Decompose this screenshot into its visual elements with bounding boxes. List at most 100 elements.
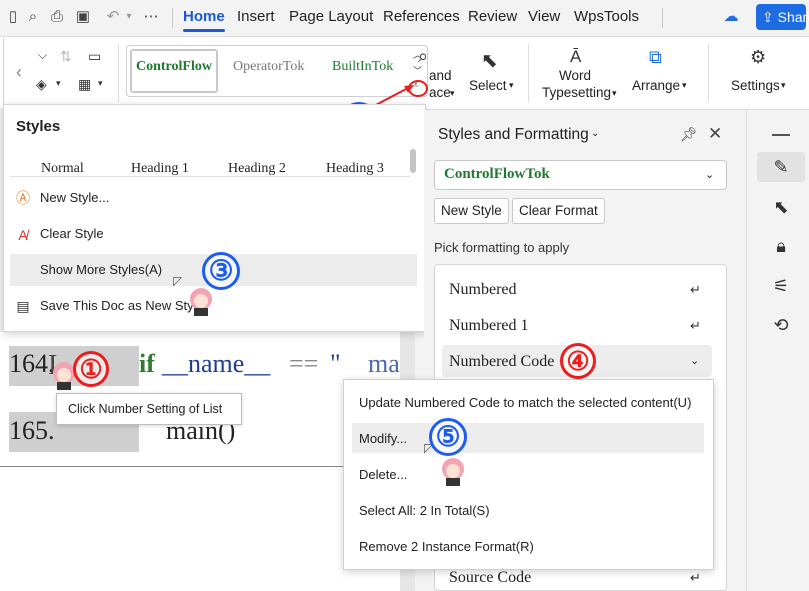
code-quote: " <box>330 349 341 378</box>
tab-wpstools[interactable]: WpsTools <box>574 8 639 25</box>
style-list-item-numbered[interactable]: Numbered <box>449 281 517 299</box>
find-replace-label-2[interactable]: ace <box>429 84 451 101</box>
gallery-item-builtintok[interactable]: BuiltInTok <box>332 59 393 75</box>
page-boundary <box>0 466 400 467</box>
word-typesetting-icon[interactable]: Ā <box>570 47 581 67</box>
collapse-bar-icon[interactable] <box>772 134 790 136</box>
ribbon-divider <box>528 44 529 102</box>
share-button[interactable]: ⇪ Share <box>756 4 809 30</box>
adjust-icon[interactable]: ⚟ <box>768 273 794 299</box>
style-heading-1[interactable]: Heading 1 <box>131 161 189 177</box>
select-all-menu-item[interactable]: Select All: 2 In Total(S) <box>359 503 490 518</box>
code-name: __name__ <box>162 349 271 378</box>
tab-page-layout[interactable]: Page Layout <box>289 8 373 25</box>
style-heading-3[interactable]: Heading 3 <box>326 161 384 177</box>
tab-home[interactable]: Home <box>183 8 225 25</box>
word-typesetting-label-2[interactable]: Typesetting <box>542 84 611 101</box>
show-more-styles-label: Show More Styles(A) <box>40 262 163 277</box>
current-style-dropdown-icon[interactable]: ⌄ <box>705 168 714 181</box>
undo-dropdown-icon[interactable]: ▾ <box>120 8 138 26</box>
pane-title[interactable]: Styles and Formatting <box>438 126 589 144</box>
word-typesetting-label-1[interactable]: Word <box>559 67 591 84</box>
save-doc-style-label: Save This Doc as New Style <box>40 298 204 313</box>
ribbon-edge <box>3 38 5 108</box>
find-replace-dropdown-icon[interactable]: ▾ <box>450 88 455 99</box>
delete-menu-item[interactable]: Delete... <box>359 467 407 482</box>
share-label: Share <box>777 9 809 25</box>
settings-dropdown-icon[interactable]: ▾ <box>781 80 786 91</box>
more-icon[interactable]: ⋯ <box>142 8 160 26</box>
shading-dropdown-icon[interactable]: ▾ <box>56 78 61 89</box>
pane-title-dropdown-icon[interactable]: ⌄ <box>591 128 599 139</box>
new-style-button[interactable]: New Style <box>434 198 509 224</box>
style-list-item-numbered-code[interactable]: Numbered Code <box>449 353 554 371</box>
annotation-step-5: ⑤ <box>429 418 467 456</box>
find-replace-label-1[interactable]: and <box>429 67 452 84</box>
lock-icon[interactable]: 🔒︎ <box>768 233 794 259</box>
sort-icon[interactable]: ⇅ <box>60 48 72 65</box>
annotation-step-3: ③ <box>202 252 240 290</box>
annotation-step-4: ④ <box>560 343 596 379</box>
remove-format-menu-item[interactable]: Remove 2 Instance Format(R) <box>359 539 534 554</box>
document-icon[interactable]: ▯ <box>4 8 22 26</box>
collapse-icon[interactable]: ⌵ <box>38 48 47 63</box>
select-cursor-icon[interactable]: ⬉ <box>768 194 794 220</box>
styles-dropdown-title: Styles <box>16 118 61 135</box>
code-operator: == <box>289 349 319 378</box>
gallery-item-controlflow[interactable]: ControlFlow <box>136 59 212 75</box>
print-preview-icon[interactable]: ▣ <box>74 8 92 26</box>
gallery-item-operatortok[interactable]: OperatorTok <box>233 59 304 75</box>
clear-style-item[interactable]: Clear Style <box>10 218 417 250</box>
line-number-165[interactable]: 165. <box>9 416 55 446</box>
tab-insert[interactable]: Insert <box>237 8 275 25</box>
ribbon-scroll-left-icon[interactable]: ‹ <box>16 62 22 83</box>
close-icon[interactable]: ✕ <box>708 124 722 144</box>
settings-label[interactable]: Settings <box>731 77 780 94</box>
tab-review[interactable]: Review <box>468 8 517 25</box>
tooltip: Click Number Setting of List <box>56 393 242 425</box>
style-normal[interactable]: Normal <box>41 161 84 177</box>
chevron-down-icon[interactable]: ⌄ <box>690 354 699 367</box>
select-dropdown-icon[interactable]: ▾ <box>509 80 514 91</box>
current-style-value: ControlFlowTok <box>444 166 550 182</box>
modify-menu-item[interactable]: Modify... <box>359 431 407 446</box>
paragraph-mark-icon: ↵ <box>690 570 701 585</box>
pin-icon[interactable]: 📌︎ <box>680 126 698 143</box>
new-style-icon: Ⓐ <box>16 190 30 206</box>
clear-style-label: Clear Style <box>40 226 104 241</box>
select-cursor-icon[interactable]: ⬉ <box>481 48 498 73</box>
borders-icon[interactable]: ▦ <box>78 76 91 93</box>
styles-scrollbar[interactable] <box>410 149 416 173</box>
paragraph-mark-icon: ↵ <box>690 318 701 333</box>
word-typesetting-dropdown-icon[interactable]: ▾ <box>612 88 617 99</box>
cloud-upload-icon[interactable]: ☁ <box>722 8 740 26</box>
edit-icon[interactable]: ✎ <box>768 154 794 180</box>
shading-icon[interactable]: ◈ <box>36 76 47 93</box>
divider <box>10 176 410 177</box>
new-style-item[interactable]: New Style... <box>10 182 417 214</box>
style-list-item-source-code[interactable]: Source Code <box>449 569 531 587</box>
update-style-menu-item[interactable]: Update Numbered Code to match the select… <box>359 395 691 410</box>
print-icon[interactable]: ⎙ <box>48 8 66 26</box>
clear-format-button[interactable]: Clear Format <box>512 198 605 224</box>
style-heading-2[interactable]: Heading 2 <box>228 161 286 177</box>
tab-view[interactable]: View <box>528 8 560 25</box>
arrange-icon[interactable]: ⧉ <box>649 47 662 68</box>
pick-formatting-label: Pick formatting to apply <box>434 240 570 255</box>
history-icon[interactable]: ⟲ <box>768 312 794 338</box>
select-label[interactable]: Select <box>469 77 507 94</box>
borders-dropdown-icon[interactable]: ▾ <box>98 78 103 89</box>
open-icon[interactable]: ⌕ <box>24 8 42 26</box>
ribbon-divider <box>118 44 119 102</box>
arrange-dropdown-icon[interactable]: ▾ <box>682 80 687 91</box>
right-sidebar <box>746 110 809 591</box>
tab-references[interactable]: References <box>383 8 460 25</box>
find-icon[interactable]: ⌕ <box>418 46 428 67</box>
arrange-label[interactable]: Arrange <box>632 77 680 94</box>
show-marks-icon[interactable]: ▭ <box>88 48 101 65</box>
active-tab-indicator <box>183 29 225 32</box>
settings-icon[interactable]: ⚙ <box>750 47 766 68</box>
paragraph-mark-icon: ↵ <box>690 282 701 297</box>
new-style-label: New Style... <box>40 190 110 205</box>
style-list-item-numbered-1[interactable]: Numbered 1 <box>449 317 529 335</box>
